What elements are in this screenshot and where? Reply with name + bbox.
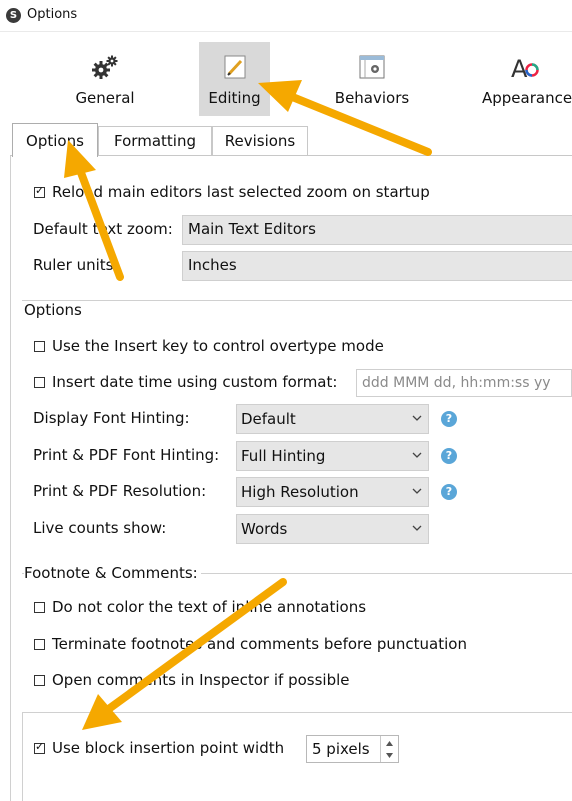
default-zoom-select[interactable]: Main Text Editors [182, 215, 572, 245]
block-insertion-label: Use block insertion point width [52, 739, 285, 757]
no-color-annotations-label: Do not color the text of inline annotati… [52, 598, 367, 616]
spinner-buttons[interactable] [380, 736, 398, 762]
reload-zoom-label: Reload main editors last selected zoom o… [52, 183, 430, 201]
font-color-icon: A [511, 55, 539, 82]
live-counts-value: Words [241, 520, 288, 538]
block-width-spinner[interactable]: 5 pixels [306, 735, 399, 763]
chevron-down-icon [412, 452, 422, 458]
toolbar-label: Behaviors [334, 89, 410, 107]
spin-up-icon[interactable] [386, 741, 393, 746]
help-icon[interactable]: ? [441, 411, 457, 427]
display-hinting-label: Display Font Hinting: [33, 409, 190, 427]
toolbar-appearance[interactable]: A Appearance [478, 42, 572, 116]
tab-formatting[interactable]: Formatting [98, 126, 212, 155]
insert-key-checkbox[interactable] [34, 341, 45, 352]
title-bar [0, 0, 572, 32]
reload-zoom-checkbox[interactable] [34, 184, 45, 198]
toolbar-label: General [75, 89, 135, 107]
terminate-footnotes-checkbox[interactable] [34, 639, 45, 650]
window-title: Options [27, 7, 78, 22]
terminate-footnotes-label: Terminate footnotes and comments before … [52, 635, 467, 653]
insert-key-label: Use the Insert key to control overtype m… [52, 337, 384, 355]
print-resolution-label: Print & PDF Resolution: [33, 482, 207, 500]
chevron-down-icon [412, 488, 422, 494]
tab-revisions[interactable]: Revisions [212, 126, 308, 155]
toolbar-general[interactable]: General [64, 42, 146, 116]
section-divider [22, 712, 572, 713]
default-zoom-label: Default text zoom: [33, 220, 173, 238]
print-hinting-select[interactable]: Full Hinting [236, 441, 429, 471]
display-hinting-value: Default [241, 410, 296, 428]
spin-down-icon[interactable] [386, 753, 393, 758]
scrivener-icon: S [6, 8, 21, 23]
toolbar-editing[interactable]: Editing [199, 42, 270, 116]
toolbar-label: Editing [208, 89, 261, 107]
options-section-title: Options [24, 301, 85, 319]
toolbar-behaviors[interactable]: Behaviors [328, 42, 416, 116]
block-width-value: 5 pixels [312, 740, 370, 758]
open-comments-checkbox[interactable] [34, 675, 45, 686]
gears-icon [92, 55, 118, 79]
help-icon[interactable]: ? [441, 448, 457, 464]
block-insertion-checkbox[interactable] [34, 740, 45, 754]
ruler-units-label: Ruler units: [33, 256, 119, 274]
open-comments-label: Open comments in Inspector if possible [52, 671, 350, 689]
live-counts-label: Live counts show: [33, 519, 167, 537]
insert-date-checkbox[interactable] [34, 377, 45, 388]
date-format-input[interactable]: ddd MMM dd, hh:mm:ss yy [356, 369, 572, 397]
display-hinting-select[interactable]: Default [236, 404, 429, 434]
tab-options[interactable]: Options [12, 123, 98, 157]
toolbar-label: Appearance [482, 89, 572, 107]
print-resolution-value: High Resolution [241, 483, 359, 501]
pencil-page-icon [224, 55, 245, 79]
no-color-annotations-checkbox[interactable] [34, 602, 45, 613]
window-gear-icon [359, 55, 385, 79]
print-hinting-label: Print & PDF Font Hinting: [33, 446, 220, 464]
insert-date-label: Insert date time using custom format: [52, 373, 338, 391]
group-border [22, 712, 23, 801]
chevron-down-icon [412, 415, 422, 421]
chevron-down-icon [412, 525, 422, 531]
help-icon[interactable]: ? [441, 484, 457, 500]
print-hinting-value: Full Hinting [241, 447, 326, 465]
print-resolution-select[interactable]: High Resolution [236, 477, 429, 507]
section-divider [22, 300, 572, 301]
ruler-units-select[interactable]: Inches [182, 251, 572, 281]
footnote-section-title: Footnote & Comments: [24, 564, 201, 582]
live-counts-select[interactable]: Words [236, 514, 429, 544]
tab-panel-border [10, 156, 11, 801]
